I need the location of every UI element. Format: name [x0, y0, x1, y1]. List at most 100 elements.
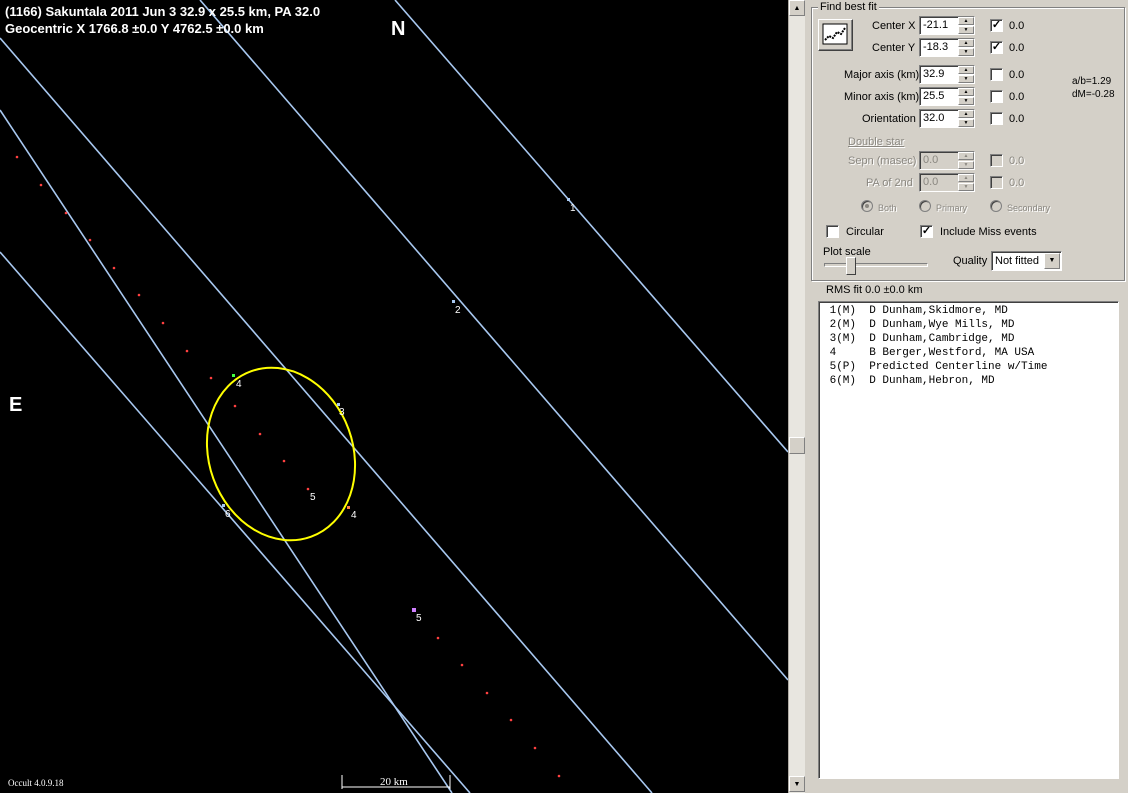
pa-2nd-value: 0.0	[923, 176, 939, 188]
orientation-spinner[interactable]: 32.0 ▲ ▼	[919, 109, 975, 128]
plot-title-line2: Geocentric X 1766.8 ±0.0 Y 4762.5 ±0.0 k…	[5, 21, 264, 36]
major-axis-spinner[interactable]: 32.9 ▲ ▼	[919, 65, 975, 84]
minor-axis-value: 25.5	[923, 90, 945, 102]
dm-text: dM=-0.28	[1072, 89, 1115, 100]
fit-panel: Find best fit Center X -21.1 ▲ ▼ ✓ 0.0 Ce…	[808, 0, 1128, 793]
chord-label-4b: 4	[351, 510, 357, 521]
sepn-checkbox[interactable]	[990, 154, 1003, 167]
spin-down-icon[interactable]: ▼	[958, 119, 974, 127]
chart-fit-icon	[822, 23, 848, 45]
find-fit-button[interactable]	[818, 19, 853, 51]
radio-secondary-label: Secondary	[1007, 203, 1051, 213]
list-item[interactable]: 5(P) Predicted Centerline w/Time	[823, 360, 1114, 374]
center-y-label: Center Y	[872, 42, 916, 54]
scroll-down-button[interactable]: ▼	[789, 776, 805, 792]
quality-value: Not fitted	[995, 255, 1040, 267]
spin-up-icon[interactable]: ▲	[958, 152, 974, 160]
sepn-spinner[interactable]: 0.0 ▲ ▼	[919, 151, 975, 170]
chord-line-3	[0, 37, 653, 793]
center-x-checkbox[interactable]: ✓	[990, 19, 1003, 32]
orientation-label: Orientation	[862, 113, 916, 125]
minor-axis-label: Minor axis (km)	[844, 91, 920, 103]
spin-up-icon[interactable]: ▲	[958, 174, 974, 182]
major-axis-unc: 0.0	[1009, 69, 1025, 81]
spin-down-icon[interactable]: ▼	[958, 75, 974, 83]
plot-canvas: 1 2 3 4 4 5 5 6	[0, 0, 788, 793]
observer-list[interactable]: 1(M) D Dunham,Skidmore, MD 2(M) D Dunham…	[818, 301, 1119, 779]
spin-up-icon[interactable]: ▲	[958, 110, 974, 118]
quality-select[interactable]: Not fitted ▼	[991, 251, 1062, 271]
center-y-value: -18.3	[923, 41, 949, 53]
sepn-unc: 0.0	[1009, 155, 1025, 167]
orientation-unc: 0.0	[1009, 113, 1025, 125]
radio-both[interactable]	[861, 200, 873, 212]
radio-secondary[interactable]	[990, 200, 1002, 212]
pa-2nd-checkbox[interactable]	[990, 176, 1003, 189]
spin-down-icon[interactable]: ▼	[958, 161, 974, 169]
scroll-up-button[interactable]: ▲	[789, 0, 805, 16]
chord-label-2: 2	[455, 305, 461, 316]
center-y-unc: 0.0	[1009, 42, 1025, 54]
chord-line-1	[394, 0, 788, 453]
plot-title-line1: (1166) Sakuntala 2011 Jun 3 32.9 x 25.5 …	[5, 4, 321, 19]
spin-up-icon[interactable]: ▲	[958, 66, 974, 74]
radio-primary[interactable]	[919, 200, 931, 212]
arrow-up-icon: ▲	[793, 4, 801, 12]
orientation-value: 32.0	[923, 112, 945, 124]
center-x-value: -21.1	[923, 19, 949, 31]
circular-label: Circular	[846, 226, 884, 238]
spin-down-icon[interactable]: ▼	[958, 183, 974, 191]
chord-line-2	[199, 0, 788, 681]
radio-primary-label: Primary	[936, 203, 967, 213]
circular-checkbox[interactable]	[826, 225, 839, 238]
spin-up-icon[interactable]: ▲	[958, 39, 974, 47]
orientation-checkbox[interactable]	[990, 112, 1003, 125]
double-star-heading: Double star	[848, 136, 905, 148]
group-title: Find best fit	[818, 1, 879, 13]
minor-axis-checkbox[interactable]	[990, 90, 1003, 103]
major-axis-checkbox[interactable]	[990, 68, 1003, 81]
center-x-label: Center X	[872, 20, 916, 32]
list-item[interactable]: 2(M) D Dunham,Wye Mills, MD	[823, 318, 1114, 332]
scroll-thumb[interactable]	[789, 437, 805, 454]
pa-2nd-unc: 0.0	[1009, 177, 1025, 189]
chevron-down-icon[interactable]: ▼	[1044, 253, 1060, 269]
list-item[interactable]: 3(M) D Dunham,Cambridge, MD	[823, 332, 1114, 346]
list-item[interactable]: 4 B Berger,Westford, MA USA	[823, 346, 1114, 360]
spin-down-icon[interactable]: ▼	[958, 97, 974, 105]
pa-2nd-spinner[interactable]: 0.0 ▲ ▼	[919, 173, 975, 192]
include-miss-checkbox[interactable]: ✓	[920, 225, 933, 238]
chord-label-5a: 5	[310, 492, 316, 503]
chord-label-5b: 5	[416, 613, 422, 624]
minor-axis-unc: 0.0	[1009, 91, 1025, 103]
spin-down-icon[interactable]: ▼	[958, 26, 974, 34]
plot-scrollbar[interactable]: ▲ ▼	[788, 0, 805, 793]
arrow-down-icon: ▼	[793, 780, 801, 788]
major-axis-value: 32.9	[923, 68, 945, 80]
list-item[interactable]: 6(M) D Dunham,Hebron, MD	[823, 374, 1114, 388]
version-label: Occult 4.0.9.18	[8, 778, 64, 788]
chord-line-6	[0, 251, 471, 793]
quality-label: Quality	[953, 255, 988, 267]
occultation-plot[interactable]: 1 2 3 4 4 5 5 6 (1166) Sakuntala 2011 Ju…	[0, 0, 788, 793]
minor-axis-spinner[interactable]: 25.5 ▲ ▼	[919, 87, 975, 106]
include-miss-label: Include Miss events	[940, 226, 1037, 238]
ratio-text: a/b=1.29	[1072, 76, 1112, 87]
scale-label: 20 km	[380, 776, 408, 788]
center-y-spinner[interactable]: -18.3 ▲ ▼	[919, 38, 975, 57]
plot-scale-slider[interactable]	[846, 257, 856, 275]
chord-label-3: 3	[339, 407, 345, 418]
radio-both-label: Both	[878, 203, 897, 213]
spin-up-icon[interactable]: ▲	[958, 17, 974, 25]
chord-label-6: 6	[225, 509, 231, 520]
east-label: E	[9, 394, 23, 416]
center-y-checkbox[interactable]: ✓	[990, 41, 1003, 54]
center-x-spinner[interactable]: -21.1 ▲ ▼	[919, 16, 975, 35]
plot-scale-track[interactable]	[824, 263, 928, 267]
major-axis-label: Major axis (km)	[844, 69, 920, 81]
spin-down-icon[interactable]: ▼	[958, 48, 974, 56]
list-item[interactable]: 1(M) D Dunham,Skidmore, MD	[823, 304, 1114, 318]
sepn-value: 0.0	[923, 154, 939, 166]
center-x-unc: 0.0	[1009, 20, 1025, 32]
spin-up-icon[interactable]: ▲	[958, 88, 974, 96]
